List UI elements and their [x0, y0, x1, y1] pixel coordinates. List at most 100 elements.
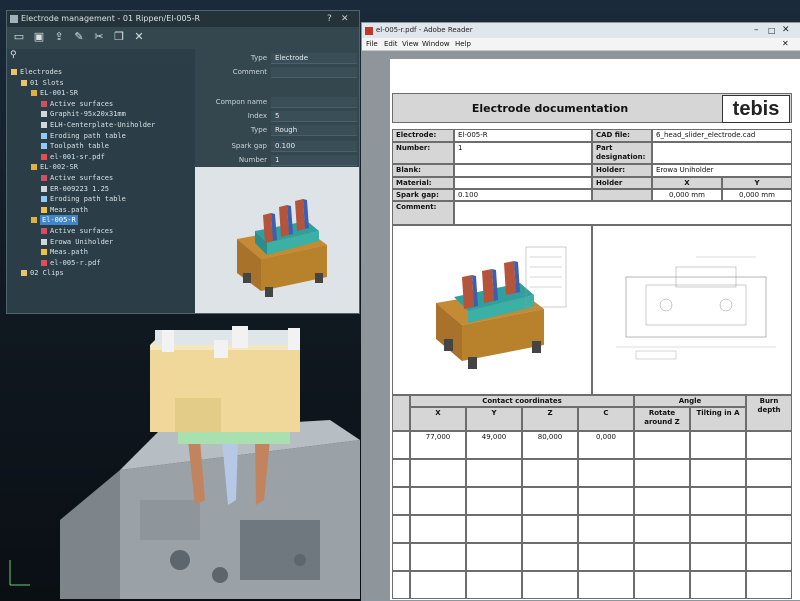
- tree-item[interactable]: 01 Slots: [30, 78, 64, 88]
- contact-cell: [746, 459, 792, 487]
- material-label: Material:: [392, 177, 454, 189]
- tree-item[interactable]: ER-009223 1.25: [50, 184, 109, 194]
- tree-item[interactable]: Eroding path table: [50, 194, 126, 204]
- app-icon: [10, 15, 18, 23]
- tree-item[interactable]: el-001-sr.pdf: [50, 152, 105, 162]
- probe-icon: [41, 249, 47, 256]
- tree-item[interactable]: Active surfaces: [50, 99, 113, 109]
- pdf-icon: [365, 27, 373, 35]
- minimize-button[interactable]: –: [754, 23, 759, 38]
- contact-cell: [522, 515, 578, 543]
- menu-help[interactable]: Help: [455, 38, 471, 50]
- contact-cell: [522, 459, 578, 487]
- holder-displ-label: Holder displ.:: [592, 177, 652, 189]
- maximize-button[interactable]: □: [768, 23, 776, 38]
- cad-value: 6_head_slider_electrode.cad: [652, 129, 792, 142]
- part-value: [652, 142, 792, 164]
- prop-value-field[interactable]: [271, 97, 357, 108]
- contact-cell: [746, 431, 792, 459]
- angle-header: Angle: [634, 395, 746, 407]
- tree-item[interactable]: Active surfaces: [50, 226, 113, 236]
- menu-window[interactable]: Window: [422, 38, 450, 50]
- prop-label: Compon name: [215, 98, 267, 106]
- col-x: X: [410, 407, 466, 431]
- tree-item[interactable]: Meas.path: [50, 205, 88, 215]
- tree-item[interactable]: Electrodes: [20, 67, 62, 77]
- electrode-image: [436, 246, 567, 369]
- close-button[interactable]: ✕: [341, 11, 349, 27]
- document-area[interactable]: Electrode documentation tebis Electrode:…: [362, 51, 800, 600]
- contact-cell: [746, 543, 792, 571]
- contact-cell: [634, 459, 690, 487]
- tree-item[interactable]: EL-002-SR: [40, 162, 78, 172]
- tree-item[interactable]: Graphit-95x20x31mm: [50, 109, 126, 119]
- contact-cell: 0,000: [578, 431, 634, 459]
- comment-value: [454, 201, 792, 225]
- contact-cell: [746, 515, 792, 543]
- help-button[interactable]: ?: [327, 11, 332, 27]
- col-y: Y: [466, 407, 522, 431]
- tebis-logo: tebis: [722, 95, 790, 123]
- electrode-image-cell: [392, 225, 592, 395]
- prop-value-field[interactable]: Electrode: [271, 53, 357, 64]
- tree-item[interactable]: 02 Clips: [30, 268, 64, 278]
- delete-icon[interactable]: ✕: [133, 31, 145, 43]
- export-icon[interactable]: ⇪: [53, 31, 65, 43]
- tree-item[interactable]: el-005-r.pdf: [50, 258, 101, 268]
- surface-icon: [41, 100, 47, 107]
- edit-icon[interactable]: ✎: [73, 31, 85, 43]
- save-as-icon[interactable]: ▣: [33, 31, 45, 43]
- cut-icon[interactable]: ✂: [93, 31, 105, 43]
- menu-file[interactable]: File: [366, 38, 378, 50]
- search-bar[interactable]: ⚲: [7, 49, 195, 63]
- tree-item[interactable]: Toolpath table: [50, 141, 109, 151]
- tree-item[interactable]: Erowa Uniholder: [50, 237, 113, 247]
- prop-value-field[interactable]: 5: [271, 111, 357, 122]
- em-title-bar: Electrode management - 01 Rippen/El-005-…: [7, 11, 359, 27]
- tree-item[interactable]: Eroding path table: [50, 131, 126, 141]
- row-index-cell: [392, 459, 410, 487]
- tree-item[interactable]: EL-001-SR: [40, 88, 78, 98]
- doc-heading: Electrode documentation: [471, 102, 629, 115]
- close-window-button[interactable]: ✕: [782, 23, 790, 38]
- tree-item[interactable]: El-005-R: [40, 215, 78, 226]
- prop-value-field[interactable]: 0.100: [271, 141, 357, 152]
- contact-cell: [634, 571, 690, 599]
- contact-cell: [690, 515, 746, 543]
- tree-item[interactable]: Active surfaces: [50, 173, 113, 183]
- number-value: 1: [454, 142, 592, 164]
- prop-value-field[interactable]: [271, 67, 357, 78]
- contact-cell: [466, 571, 522, 599]
- blank-label: Blank:: [392, 164, 454, 177]
- contact-cell: [410, 487, 466, 515]
- spark-gap-label: Spark gap:: [392, 189, 454, 201]
- contact-cell: [466, 515, 522, 543]
- contact-cell: 49,000: [466, 431, 522, 459]
- pdf-icon: [41, 259, 47, 266]
- y-header: Y: [722, 177, 792, 189]
- holder-icon: [41, 238, 47, 245]
- close-doc-button[interactable]: ✕: [782, 38, 789, 50]
- menu-edit[interactable]: Edit: [384, 38, 398, 50]
- table-icon: [41, 143, 47, 150]
- search-icon[interactable]: ⚲: [10, 50, 17, 60]
- table-icon: [41, 196, 47, 203]
- save-icon[interactable]: ▭: [13, 31, 25, 43]
- prop-value-field[interactable]: Rough: [271, 125, 357, 136]
- probe-icon: [41, 206, 47, 213]
- contact-cell: 80,000: [522, 431, 578, 459]
- prop-value-field[interactable]: 1: [271, 155, 357, 166]
- tree-item[interactable]: Meas.path: [50, 247, 88, 257]
- contact-cell: [746, 487, 792, 515]
- electrode-preview-render: [237, 199, 327, 297]
- contact-cell: [522, 543, 578, 571]
- contact-coordinates-header: Contact coordinates: [410, 395, 634, 407]
- menu-view[interactable]: View: [402, 38, 419, 50]
- copy-icon[interactable]: ❐: [113, 31, 125, 43]
- blank-icon: [41, 111, 47, 118]
- contact-cell: [578, 543, 634, 571]
- comment-label: Comment:: [392, 201, 454, 225]
- tree-item[interactable]: ELH-Centerplate-Uniholder: [50, 120, 155, 130]
- y-value: 0,000 mm: [722, 189, 792, 201]
- row-index-cell: [392, 515, 410, 543]
